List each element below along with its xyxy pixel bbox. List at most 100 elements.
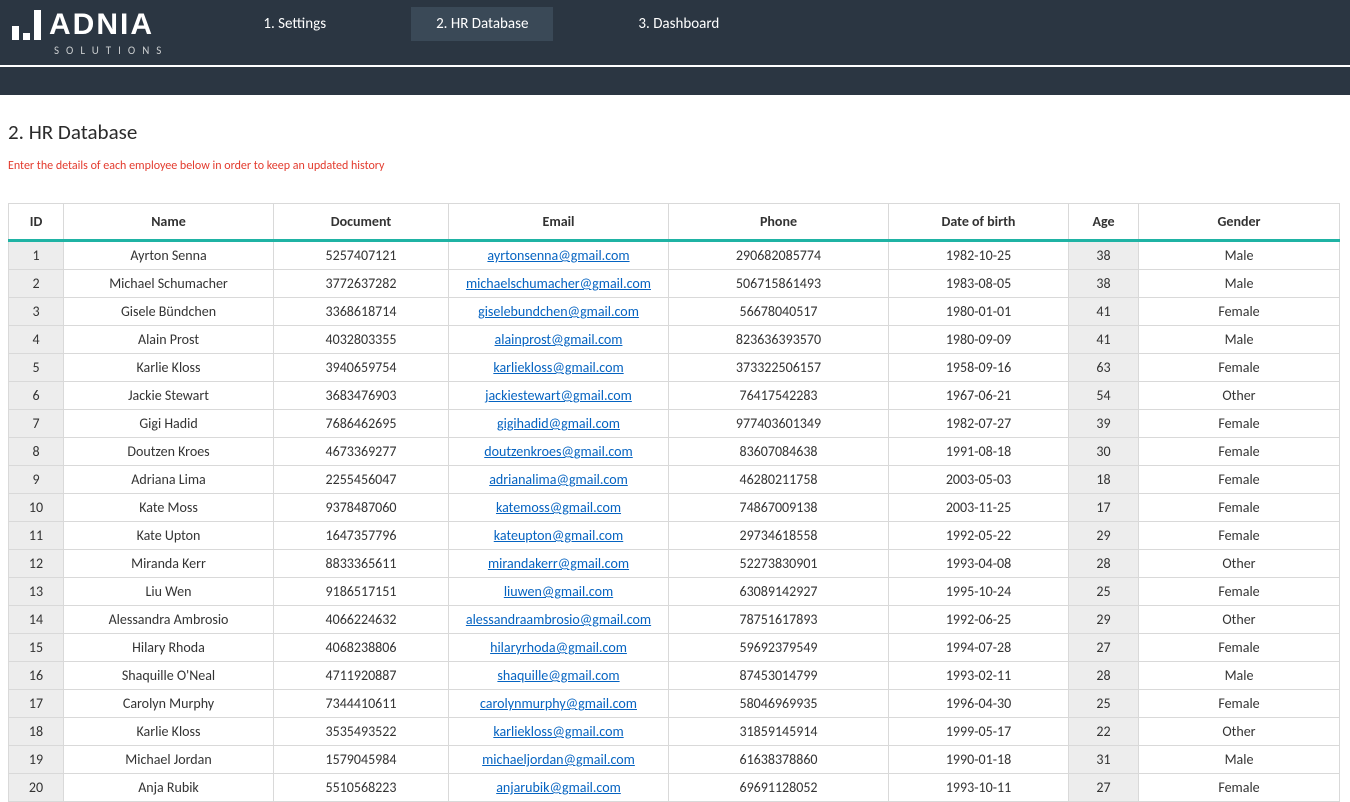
header-email[interactable]: Email [449,204,669,241]
email-link[interactable]: kateupton@gmail.com [494,527,623,544]
cell-document[interactable]: 4032803355 [274,326,449,354]
cell-name[interactable]: Shaquille O'Neal [64,662,274,690]
cell-age[interactable]: 29 [1069,522,1139,550]
email-link[interactable]: jackiestewart@gmail.com [485,387,632,404]
cell-phone[interactable]: 58046969935 [669,690,889,718]
cell-phone[interactable]: 46280211758 [669,466,889,494]
cell-id[interactable]: 8 [9,438,64,466]
cell-phone[interactable]: 61638378860 [669,746,889,774]
cell-email[interactable]: hilaryrhoda@gmail.com [449,634,669,662]
cell-document[interactable]: 3940659754 [274,354,449,382]
cell-phone[interactable]: 74867009138 [669,494,889,522]
cell-dob[interactable]: 1983-08-05 [889,270,1069,298]
cell-phone[interactable]: 29734618558 [669,522,889,550]
cell-email[interactable]: michaeljordan@gmail.com [449,746,669,774]
cell-id[interactable]: 2 [9,270,64,298]
email-link[interactable]: carolynmurphy@gmail.com [480,695,637,712]
cell-document[interactable]: 8833365611 [274,550,449,578]
cell-email[interactable]: ayrtonsenna@gmail.com [449,241,669,270]
cell-name[interactable]: Gisele Bündchen [64,298,274,326]
header-age[interactable]: Age [1069,204,1139,241]
email-link[interactable]: michaelschumacher@gmail.com [466,275,651,292]
cell-gender[interactable]: Other [1139,382,1340,410]
cell-email[interactable]: katemoss@gmail.com [449,494,669,522]
cell-id[interactable]: 14 [9,606,64,634]
cell-id[interactable]: 3 [9,298,64,326]
cell-dob[interactable]: 1993-04-08 [889,550,1069,578]
email-link[interactable]: karliekloss@gmail.com [493,723,623,740]
cell-name[interactable]: Karlie Kloss [64,354,274,382]
cell-id[interactable]: 7 [9,410,64,438]
cell-document[interactable]: 4711920887 [274,662,449,690]
cell-email[interactable]: jackiestewart@gmail.com [449,382,669,410]
cell-name[interactable]: Michael Schumacher [64,270,274,298]
cell-phone[interactable]: 52273830901 [669,550,889,578]
cell-email[interactable]: giselebundchen@gmail.com [449,298,669,326]
cell-age[interactable]: 41 [1069,326,1139,354]
cell-gender[interactable]: Female [1139,578,1340,606]
header-document[interactable]: Document [274,204,449,241]
cell-id[interactable]: 16 [9,662,64,690]
cell-id[interactable]: 17 [9,690,64,718]
cell-gender[interactable]: Female [1139,410,1340,438]
email-link[interactable]: alessandraambrosio@gmail.com [466,611,651,628]
cell-name[interactable]: Anja Rubik [64,774,274,802]
cell-document[interactable]: 9378487060 [274,494,449,522]
cell-email[interactable]: shaquille@gmail.com [449,662,669,690]
cell-document[interactable]: 4673369277 [274,438,449,466]
cell-gender[interactable]: Female [1139,466,1340,494]
cell-gender[interactable]: Male [1139,326,1340,354]
cell-email[interactable]: karliekloss@gmail.com [449,718,669,746]
cell-phone[interactable]: 31859145914 [669,718,889,746]
cell-name[interactable]: Jackie Stewart [64,382,274,410]
cell-age[interactable]: 38 [1069,270,1139,298]
cell-gender[interactable]: Male [1139,662,1340,690]
nav-hr-database[interactable]: 2. HR Database [411,7,553,41]
cell-name[interactable]: Karlie Kloss [64,718,274,746]
email-link[interactable]: shaquille@gmail.com [497,667,619,684]
cell-name[interactable]: Doutzen Kroes [64,438,274,466]
cell-dob[interactable]: 1958-09-16 [889,354,1069,382]
email-link[interactable]: anjarubik@gmail.com [496,779,621,796]
cell-id[interactable]: 15 [9,634,64,662]
email-link[interactable]: liuwen@gmail.com [504,583,613,600]
email-link[interactable]: mirandakerr@gmail.com [488,555,629,572]
cell-gender[interactable]: Female [1139,354,1340,382]
cell-gender[interactable]: Other [1139,550,1340,578]
cell-phone[interactable]: 59692379549 [669,634,889,662]
email-link[interactable]: alainprost@gmail.com [495,331,623,348]
cell-age[interactable]: 27 [1069,774,1139,802]
cell-id[interactable]: 20 [9,774,64,802]
cell-age[interactable]: 39 [1069,410,1139,438]
cell-age[interactable]: 17 [1069,494,1139,522]
cell-dob[interactable]: 1996-04-30 [889,690,1069,718]
cell-dob[interactable]: 1990-01-18 [889,746,1069,774]
cell-name[interactable]: Alain Prost [64,326,274,354]
cell-phone[interactable]: 87453014799 [669,662,889,690]
cell-age[interactable]: 29 [1069,606,1139,634]
cell-dob[interactable]: 1982-07-27 [889,410,1069,438]
cell-document[interactable]: 5257407121 [274,241,449,270]
cell-age[interactable]: 30 [1069,438,1139,466]
cell-name[interactable]: Liu Wen [64,578,274,606]
cell-age[interactable]: 38 [1069,241,1139,270]
cell-name[interactable]: Hilary Rhoda [64,634,274,662]
cell-phone[interactable]: 76417542283 [669,382,889,410]
cell-dob[interactable]: 1993-10-11 [889,774,1069,802]
cell-id[interactable]: 5 [9,354,64,382]
cell-dob[interactable]: 2003-11-25 [889,494,1069,522]
cell-age[interactable]: 41 [1069,298,1139,326]
cell-gender[interactable]: Female [1139,494,1340,522]
cell-age[interactable]: 28 [1069,550,1139,578]
cell-dob[interactable]: 1992-06-25 [889,606,1069,634]
email-link[interactable]: adrianalima@gmail.com [489,471,628,488]
cell-phone[interactable]: 373322506157 [669,354,889,382]
cell-id[interactable]: 11 [9,522,64,550]
cell-dob[interactable]: 1980-01-01 [889,298,1069,326]
cell-document[interactable]: 1579045984 [274,746,449,774]
cell-name[interactable]: Gigi Hadid [64,410,274,438]
cell-name[interactable]: Michael Jordan [64,746,274,774]
cell-gender[interactable]: Female [1139,438,1340,466]
cell-document[interactable]: 2255456047 [274,466,449,494]
cell-email[interactable]: carolynmurphy@gmail.com [449,690,669,718]
